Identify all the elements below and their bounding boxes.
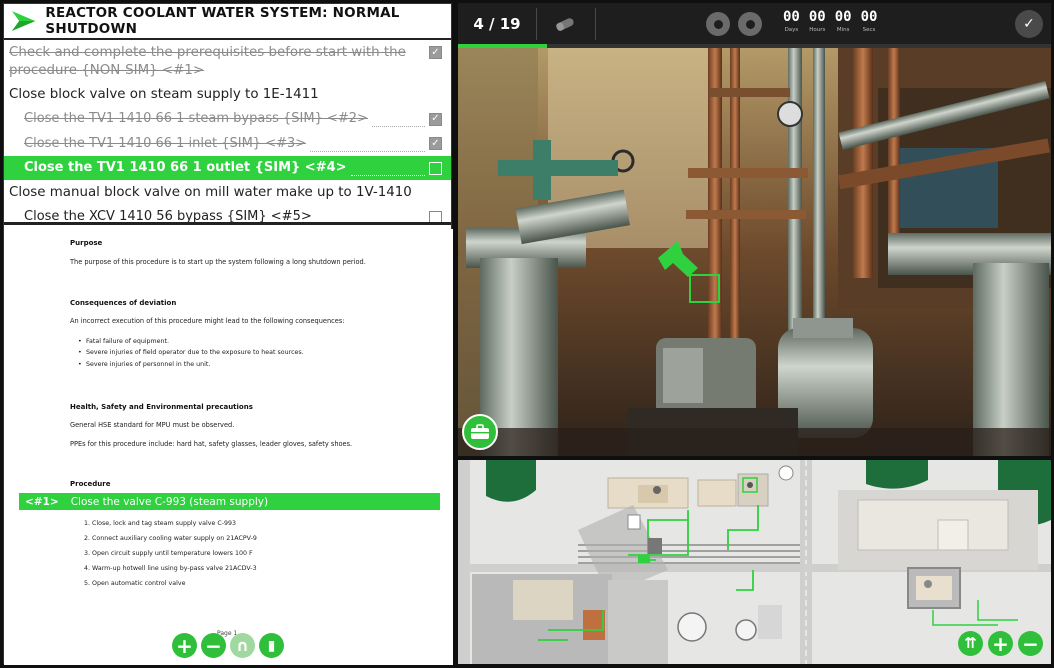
doc-heading-consequences: Consequences of deviation <box>70 299 177 307</box>
annotate-button[interactable]: ∩ <box>230 633 255 658</box>
panorama-view[interactable] <box>458 48 1051 456</box>
check-icon: ✓ <box>431 137 440 149</box>
step-item-2[interactable]: Close the TV1 1410 66 1 steam bypass {SI… <box>4 107 451 132</box>
step-label: Close block valve on steam supply to 1E-… <box>9 86 319 102</box>
timer-value: 00 <box>783 9 800 25</box>
doc-text-purpose: The purpose of this procedure is to star… <box>70 258 366 266</box>
timer-label: Days <box>784 27 799 33</box>
step-item-4[interactable]: Close the TV1 1410 66 1 outlet {SIM} <#4… <box>4 155 451 180</box>
timer-value: 00 <box>808 9 826 25</box>
doc-heading-purpose: Purpose <box>70 239 103 247</box>
step-item-1[interactable]: Check and complete the prerequisites bef… <box>4 40 451 82</box>
doc-list-item: Severe injuries of field operator due to… <box>78 349 304 356</box>
pen-icon: ∩ <box>236 635 249 655</box>
complete-button[interactable]: ✓ <box>1015 10 1043 38</box>
dotted-leader <box>371 126 425 127</box>
step-heading-2[interactable]: Close block valve on steam supply to 1E-… <box>4 82 451 107</box>
check-icon: ✓ <box>1023 16 1035 32</box>
doc-ordered-item: 5. Open automatic control valve <box>84 580 186 587</box>
step-label: Close manual block valve on mill water m… <box>9 184 412 200</box>
plant-map[interactable]: ⇈ + − <box>458 460 1051 664</box>
doc-list-item: Fatal failure of equipment. <box>78 338 169 345</box>
layers-button[interactable]: ⇈ <box>958 631 983 656</box>
step-label: Close the TV1 1410 66 1 outlet {SIM} <#4… <box>24 160 347 176</box>
timer-value: 00 <box>860 9 878 25</box>
step-item-3[interactable]: Close the TV1 1410 66 1 inlet {SIM} <#3>… <box>4 131 451 156</box>
document-toolbar: + − ∩ ▮ <box>172 633 284 658</box>
plus-icon: + <box>176 633 193 658</box>
dotted-leader <box>310 150 425 152</box>
step-label: Check and complete the prerequisites bef… <box>9 45 406 78</box>
zoom-out-button[interactable]: − <box>201 633 226 658</box>
plus-icon: + <box>992 631 1009 656</box>
step-checkbox[interactable] <box>429 210 442 222</box>
brand-logo-icon <box>12 11 36 31</box>
timer-label: Hours <box>809 27 826 33</box>
procedure-step-text: Close the valve C-993 (steam supply) <box>70 495 269 508</box>
timer-label: Mins <box>836 27 850 33</box>
document-viewer[interactable]: Purpose The purpose of this procedure is… <box>4 229 453 665</box>
step-checkbox[interactable]: ✓ <box>429 46 442 59</box>
visibility-controls <box>706 12 762 36</box>
toolbox-button[interactable] <box>462 414 498 450</box>
step-item-5[interactable]: Close the XCV 1410 56 bypass {SIM} <#5> <box>4 205 451 225</box>
step-checkbox[interactable] <box>429 161 442 175</box>
doc-ordered-item: 2. Connect auxiliary cooling water suppl… <box>84 535 257 542</box>
target-highlight-box[interactable] <box>689 274 720 303</box>
timer: 00 Days 00 Hours 00 Mins 00 Secs <box>783 9 877 33</box>
doc-text-hse-2: PPEs for this procedure include: hard ha… <box>70 440 353 448</box>
step-checkbox[interactable]: ✓ <box>429 112 442 126</box>
check-icon: ✓ <box>431 46 440 58</box>
plant-room-scene <box>458 48 1051 456</box>
layers-icon: ⇈ <box>964 634 977 652</box>
procedure-panel: REACTOR COOLANT WATER SYSTEM: NORMAL SHU… <box>3 3 453 665</box>
eye-icon[interactable] <box>738 12 762 36</box>
dotted-leader <box>350 175 425 176</box>
step-heading-5[interactable]: Close manual block valve on mill water m… <box>4 180 451 205</box>
minus-icon: − <box>1022 631 1039 656</box>
map-zoom-in-button[interactable]: + <box>988 631 1013 656</box>
step-list[interactable]: Check and complete the prerequisites bef… <box>4 40 451 225</box>
doc-ordered-item: 3. Open circuit supply until temperature… <box>84 550 253 557</box>
step-label: Close the TV1 1410 66 1 inlet {SIM} <#3> <box>24 135 307 151</box>
app-window: REACTOR COOLANT WATER SYSTEM: NORMAL SHU… <box>0 0 1054 668</box>
dotted-leader <box>316 224 425 225</box>
step-label: Close the XCV 1410 56 bypass {SIM} <#5> <box>24 209 312 225</box>
timer-label: Secs <box>862 27 876 33</box>
timer-secs: 00 Secs <box>861 9 878 33</box>
timer-days: 00 Days <box>783 9 800 33</box>
map-toolbar: ⇈ + − <box>958 631 1043 656</box>
doc-list-item: Severe injuries of personnel in the unit… <box>78 361 210 368</box>
doc-heading-procedure: Procedure <box>70 480 111 488</box>
toolbox-icon <box>471 424 489 439</box>
map-zoom-out-button[interactable]: − <box>1018 631 1043 656</box>
check-icon: ✓ <box>431 113 440 124</box>
timer-hours: 00 Hours <box>809 9 826 33</box>
timer-value: 00 <box>834 9 852 25</box>
step-counter: 4 / 19 <box>473 15 521 33</box>
eye-icon[interactable] <box>706 12 730 36</box>
eraser-button[interactable] <box>537 16 595 32</box>
doc-text-hse-1: General HSE standard for MPU must be obs… <box>70 421 235 429</box>
eraser-icon <box>556 18 574 31</box>
title-bar: REACTOR COOLANT WATER SYSTEM: NORMAL SHU… <box>4 4 451 40</box>
zoom-in-button[interactable]: + <box>172 633 197 658</box>
doc-heading-hse: Health, Safety and Environmental precaut… <box>70 403 253 411</box>
procedure-title: REACTOR COOLANT WATER SYSTEM: NORMAL SHU… <box>45 5 400 37</box>
step-checkbox[interactable]: ✓ <box>429 137 442 150</box>
bookmark-button[interactable]: ▮ <box>259 633 284 658</box>
timer-mins: 00 Mins <box>835 9 852 33</box>
doc-ordered-item: 4. Warm-up hotwell line using by-pass va… <box>84 565 257 572</box>
doc-ordered-item: 1. Close, lock and tag steam supply valv… <box>84 520 237 527</box>
toolbar-divider <box>595 8 596 40</box>
procedure-step-number: <#1> <box>25 495 59 508</box>
step-label: Close the TV1 1410 66 1 steam bypass {SI… <box>24 111 368 127</box>
minus-icon: − <box>205 633 222 658</box>
top-toolbar: 4 / 19 00 Days 00 Hours 00 Mins 00 Secs ✓ <box>458 3 1051 45</box>
doc-text-consequences: An incorrect execution of this procedure… <box>70 317 345 325</box>
bookmark-icon: ▮ <box>267 637 276 654</box>
current-procedure-step-bar[interactable]: <#1> Close the valve C-993 (steam supply… <box>19 493 440 510</box>
